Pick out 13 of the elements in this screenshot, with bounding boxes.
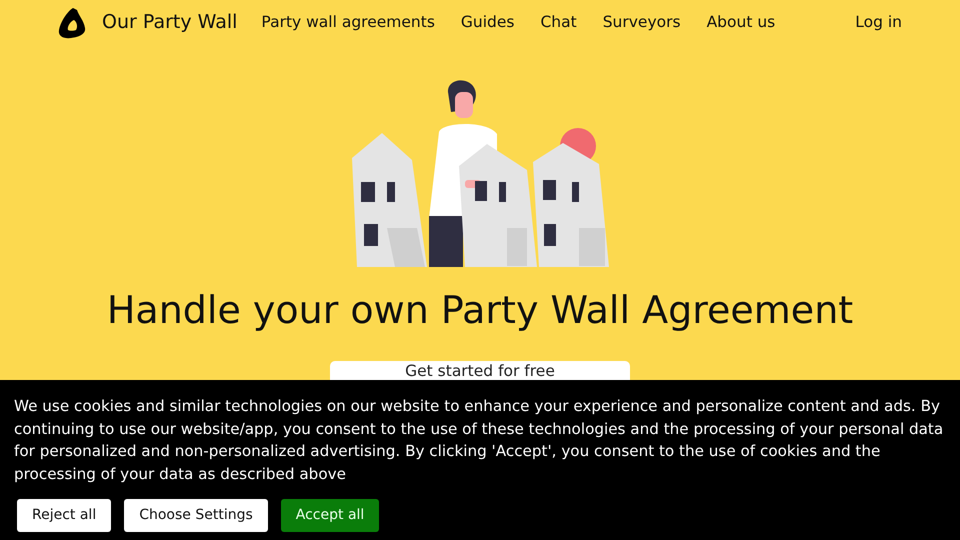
login-link[interactable]: Log in [855,10,902,34]
nav-link[interactable]: Chat [540,10,577,34]
logo-icon[interactable] [57,6,87,40]
cookie-option-button[interactable]: Choose Settings [124,499,268,532]
nav-link[interactable]: Guides [460,10,514,34]
nav-link[interactable]: Surveyors [602,10,681,34]
hero-title: Handle your own Party Wall Agreement [106,287,854,333]
accept-button[interactable]: Accept all [280,499,380,532]
nav-link[interactable]: Party wall agreements [261,10,435,34]
brand-link[interactable]: Our Party Wall [102,8,238,37]
cookie-option-button[interactable]: Reject all [17,499,112,532]
cookie-notice-text: We use cookies and similar technologies on our website to enhance your experience and personalize content and ads. By continuing to use our website/app, you consent to the use of these technologies and the processing of your personal data for personalized and non-personalized advertising. By clicking 'Accept', you consent to the use of cookies and the processing of your data as described above [14,396,944,484]
nav-link[interactable]: About us [706,10,776,34]
